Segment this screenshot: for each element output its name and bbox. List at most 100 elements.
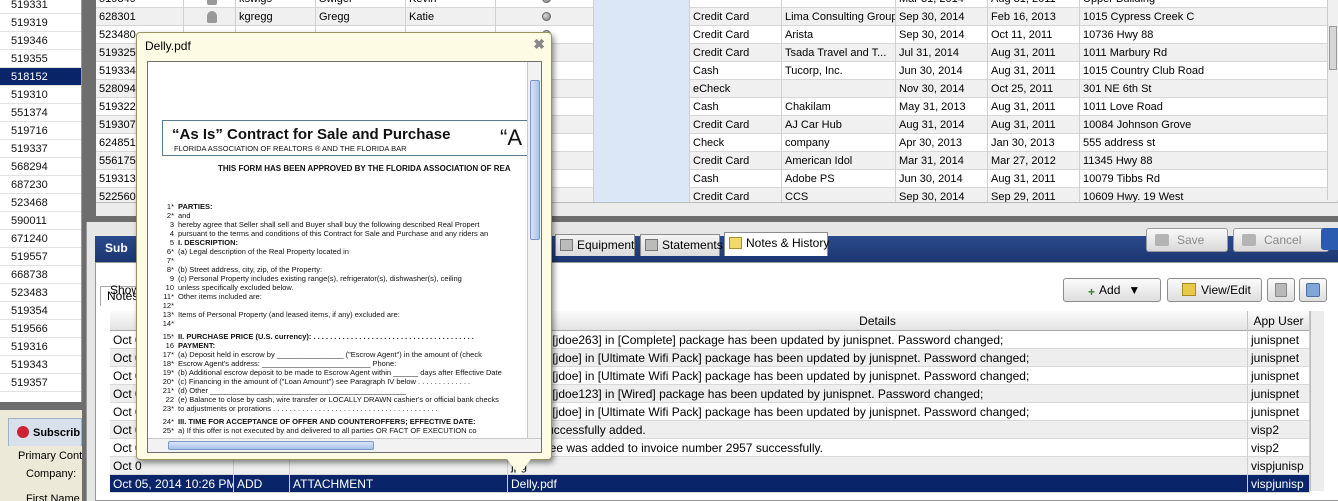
cancel-button[interactable]: Cancel bbox=[1233, 228, 1329, 252]
pdf-text-line: 10 unless specifically excluded below. bbox=[160, 283, 294, 292]
cell-date2: Jan 30, 2013 bbox=[988, 134, 1080, 152]
pdf-subheading: FLORIDA ASSOCIATION OF REALTORS ® AND TH… bbox=[174, 144, 407, 153]
pdf-line-number: 18* bbox=[162, 359, 174, 368]
subscriber-id-row[interactable]: 671240 bbox=[0, 230, 81, 248]
pdf-line-text: to adjustments or prorations . . . . . .… bbox=[178, 404, 438, 413]
pdf-text-line: 1* PARTIES: bbox=[160, 202, 213, 211]
pdf-line-number: 14* bbox=[162, 319, 174, 328]
cell-date1: Nov 30, 2014 bbox=[896, 80, 988, 98]
cell-first: Katie bbox=[406, 8, 496, 26]
pdf-text-line: 5 I. DESCRIPTION: bbox=[160, 238, 238, 247]
subscriber-id-row[interactable]: 519331 bbox=[0, 0, 81, 14]
pdf-hscroll-thumb[interactable] bbox=[168, 441, 374, 450]
pdf-vscrollbar[interactable] bbox=[527, 62, 541, 439]
export-button[interactable] bbox=[1299, 278, 1327, 302]
blank-cell bbox=[594, 152, 690, 170]
cell-company: Chakilam bbox=[782, 98, 896, 116]
cell-payment: Credit Card bbox=[690, 44, 782, 62]
primary-contact-label: Primary Cont bbox=[18, 450, 83, 462]
pdf-line-number: 21* bbox=[162, 386, 174, 395]
subscriber-id-row[interactable]: 519557 bbox=[0, 248, 81, 266]
cell-company: AJ Car Hub bbox=[782, 116, 896, 134]
pdf-line-number: 8* bbox=[166, 265, 174, 274]
subscriber-id-row[interactable]: 519355 bbox=[0, 50, 81, 68]
subscriber-id-row[interactable]: 519316 bbox=[0, 338, 81, 356]
pdf-vscroll-thumb[interactable] bbox=[530, 80, 540, 240]
subscriber-id-row[interactable]: 519716 bbox=[0, 122, 81, 140]
pdf-line-number: 24* bbox=[162, 417, 174, 426]
subscriber-id-row[interactable]: 519357 bbox=[0, 374, 81, 392]
scroll-thumb[interactable] bbox=[1329, 26, 1337, 70]
subscriber-id-row[interactable]: 519346 bbox=[0, 32, 81, 50]
pdf-line-number: 11* bbox=[163, 292, 174, 301]
pdf-line-text: (b) Street address, city, zip, of the Pr… bbox=[178, 265, 323, 274]
pdf-line-text: unless specifically excluded below. bbox=[178, 283, 294, 292]
cell-payment bbox=[690, 0, 782, 8]
notes-cell-details: service [jdoe] in [Ultimate Wifi Pack] p… bbox=[508, 403, 1248, 421]
cell-date2: Mar 27, 2012 bbox=[988, 152, 1080, 170]
tab-equipment[interactable]: Equipment bbox=[555, 234, 635, 256]
cell-payment: Credit Card bbox=[690, 116, 782, 134]
view-edit-button[interactable]: View/Edit bbox=[1167, 278, 1262, 302]
tab-statements[interactable]: Statements bbox=[640, 234, 723, 256]
subscriber-id-row[interactable]: 568294 bbox=[0, 158, 81, 176]
subscriber-id-row[interactable]: 519319 bbox=[0, 14, 81, 32]
subscriber-id-row[interactable]: 519354 bbox=[0, 302, 81, 320]
pdf-line-number: 3 bbox=[169, 220, 174, 229]
subscriber-id-row[interactable]: 523483 bbox=[0, 284, 81, 302]
tab-notes-history[interactable]: Notes & History bbox=[724, 232, 829, 256]
column-header-details[interactable]: Details bbox=[508, 311, 1248, 331]
subscriber-id-row[interactable]: 551374 bbox=[0, 104, 81, 122]
subscriber-id-row[interactable]: 519310 bbox=[0, 86, 81, 104]
blank-cell bbox=[594, 44, 690, 62]
cell-address: Upper Building bbox=[1080, 0, 1338, 8]
notes-cell-user: visp2 bbox=[1248, 439, 1310, 457]
pdf-line-text: a) If this offer is not executed by and … bbox=[178, 426, 477, 435]
cell-address: 11345 Hwy 88 bbox=[1080, 152, 1338, 170]
pdf-hscrollbar[interactable] bbox=[148, 438, 541, 452]
column-header-app-user[interactable]: App User bbox=[1248, 311, 1310, 331]
cell-date1: Sep 30, 2014 bbox=[896, 26, 988, 44]
cell-company: Tsada Travel and T... bbox=[782, 44, 896, 62]
delete-button[interactable] bbox=[1267, 278, 1295, 302]
trash-icon bbox=[1275, 283, 1287, 297]
close-icon[interactable]: ✖ bbox=[533, 36, 545, 53]
subscriber-id-row[interactable]: 590011 bbox=[0, 212, 81, 230]
pdf-text-line: 24* III. TIME FOR ACCEPTANCE OF OFFER AND… bbox=[160, 417, 476, 426]
notes-grid-vscrollbar[interactable] bbox=[1310, 311, 1324, 491]
cell-date1: Jul 31, 2014 bbox=[896, 44, 988, 62]
notes-cell-details: service [jdoe] in [Ultimate Wifi Pack] p… bbox=[508, 367, 1248, 385]
pdf-line-number: 1* bbox=[166, 202, 174, 211]
pdf-text-line: 22 (e) Balance to close by cash, wire tra… bbox=[160, 395, 499, 404]
notes-cell-user: junispnet bbox=[1248, 349, 1310, 367]
pdf-text-line: 11* Other items included are: bbox=[160, 292, 262, 301]
pdf-viewer[interactable]: “As Is” Contract for Sale and Purchase “… bbox=[147, 61, 542, 453]
add-button[interactable]: + Add ▼ bbox=[1063, 278, 1161, 302]
cell-date2: Aug 31, 2011 bbox=[988, 170, 1080, 188]
cell-address: 555 address st bbox=[1080, 134, 1338, 152]
subscriber-id-row[interactable]: 687230 bbox=[0, 176, 81, 194]
navigate-down-button[interactable] bbox=[1321, 228, 1338, 250]
subscriber-grid-vscrollbar[interactable] bbox=[1327, 0, 1338, 200]
status-indicator-icon bbox=[496, 8, 594, 26]
subscriber-id-row[interactable]: 519566 bbox=[0, 320, 81, 338]
subscriber-id-row[interactable]: 523468 bbox=[0, 194, 81, 212]
subscriber-id-row[interactable]: 668738 bbox=[0, 266, 81, 284]
cell-last: Gregg bbox=[316, 8, 406, 26]
blank-cell bbox=[594, 134, 690, 152]
subscriber-row[interactable]: 628301 kgregg Gregg Katie Credit Card Lima Co… bbox=[96, 8, 1338, 26]
subscriber-row[interactable]: 519349 kswigsSwigerKevin Mar 31, 2014Aug 3… bbox=[96, 0, 1338, 8]
blank-cell bbox=[594, 8, 690, 26]
subscriber-id-row[interactable]: 518152 bbox=[0, 68, 81, 86]
blank-cell bbox=[594, 80, 690, 98]
pdf-line-text: Other items included are: bbox=[178, 292, 262, 301]
cell-date2: Sep 29, 2011 bbox=[988, 188, 1080, 202]
notes-row[interactable]: Oct 05, 2014 10:26 PM ADD ATTACHMENT Delly.… bbox=[110, 475, 1310, 493]
subscriber-info-panel: Subscrib Primary Cont Company: First Nam… bbox=[0, 410, 82, 501]
subscriber-id-row[interactable]: 519343 bbox=[0, 356, 81, 374]
subscriber-id-list[interactable]: 519331 519319 519346 519355 518152 519310 5513… bbox=[0, 0, 82, 402]
save-button[interactable]: Save bbox=[1146, 228, 1228, 252]
subscriber-id-row[interactable]: 519337 bbox=[0, 140, 81, 158]
pdf-text-line: 7* bbox=[160, 256, 178, 265]
cell-company bbox=[782, 80, 896, 98]
